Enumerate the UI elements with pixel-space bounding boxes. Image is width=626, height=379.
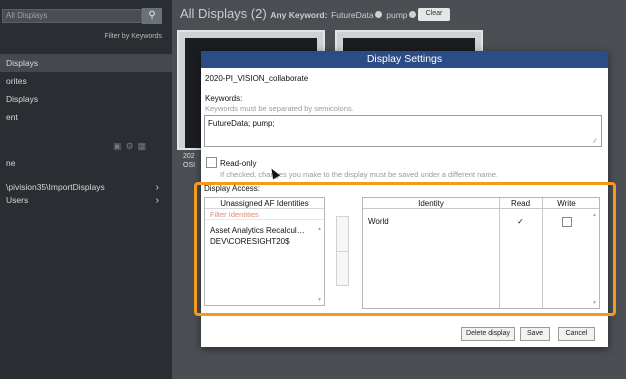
nav-item-favorites[interactable]: orites (0, 72, 172, 90)
page-title: All Displays (2) Any Keyword: FutureData… (180, 6, 417, 21)
readonly-hint: If checked, changes you make to the disp… (220, 170, 498, 179)
keywords-input[interactable]: FutureData; pump; (204, 115, 602, 147)
remove-tag-icon[interactable] (374, 11, 382, 19)
tree-item-label: ne (6, 158, 16, 168)
folder-icon[interactable]: ▣ (113, 141, 126, 151)
nav-item-displays[interactable]: Displays (0, 54, 172, 72)
clear-button[interactable]: Clear (418, 8, 450, 21)
keywords-label: Keywords: (205, 94, 243, 103)
tree-item-users[interactable]: Users › (0, 194, 172, 207)
dialog-title: Display Settings (201, 51, 608, 68)
display-access-highlight (194, 182, 616, 316)
folder-tools: ▣⚙▦ (113, 141, 150, 152)
nav-item-recent-displays[interactable]: Displays (0, 90, 172, 108)
keyword-filter-label: Any Keyword: (270, 10, 328, 20)
filter-by-keywords-link[interactable]: Filter by Keywords (104, 33, 162, 40)
cancel-button[interactable]: Cancel (558, 327, 595, 341)
folder-tree: ne \pivision35\ImportDisplays › Users › (0, 157, 172, 207)
tree-item-import-displays[interactable]: \pivision35\ImportDisplays › (0, 181, 172, 194)
resize-grip-icon[interactable]: ⁄⁄ (594, 139, 596, 145)
thumbnail-label-line: 202 (183, 153, 195, 160)
tree-item-home[interactable]: ne (0, 157, 172, 170)
thumbnail-label: 202 OSI (183, 152, 195, 170)
keyword-tag: FutureData (331, 10, 374, 20)
keyword-tag: pump (386, 10, 408, 20)
delete-display-button[interactable]: Delete display (461, 327, 515, 341)
thumbnail-label-line: OSI (183, 162, 196, 169)
keywords-hint: Keywords must be separated by semicolons… (205, 104, 354, 113)
remove-tag-icon[interactable] (408, 11, 416, 19)
readonly-label: Read-only (220, 159, 257, 168)
trash-icon[interactable]: ▦ (138, 141, 151, 151)
save-button[interactable]: Save (520, 327, 550, 341)
gear-icon[interactable]: ⚙ (126, 141, 138, 151)
search-input[interactable]: All Displays (2, 9, 142, 23)
readonly-checkbox[interactable] (206, 157, 217, 168)
heading-text: All Displays (2) (180, 6, 267, 21)
chevron-right-icon[interactable]: › (156, 181, 159, 194)
tree-item-label: Users (6, 195, 29, 205)
search-icon[interactable]: ⚲ (142, 8, 162, 24)
nav-list: Displays orites Displays ent (0, 54, 172, 126)
tree-item-label: \pivision35\ImportDisplays (6, 182, 105, 192)
nav-item-recent[interactable]: ent (0, 108, 172, 126)
sidebar: All Displays ⚲ Filter by Keywords Displa… (0, 0, 172, 379)
chevron-right-icon[interactable]: › (156, 194, 159, 207)
display-name: 2020-PI_VISION_collaborate (205, 74, 309, 83)
